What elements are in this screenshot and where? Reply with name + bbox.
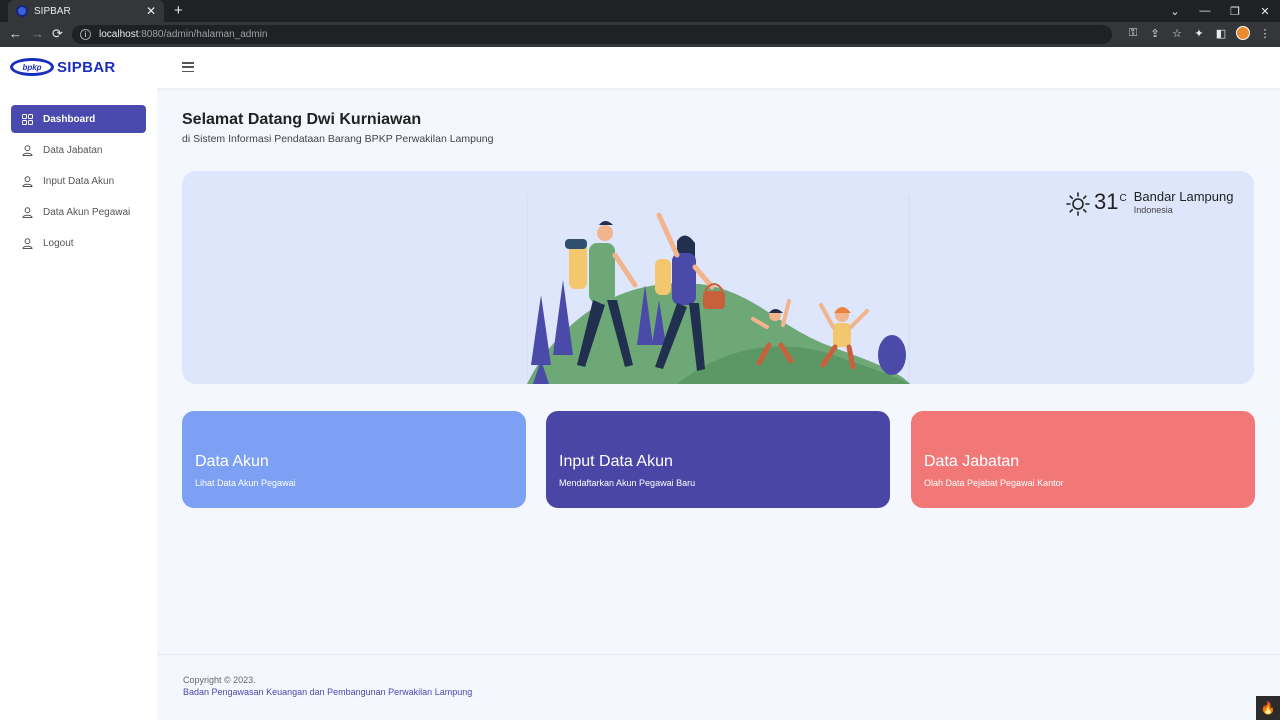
sidebar-item-label: Data Akun Pegawai — [43, 206, 131, 218]
temperature-unit: C — [1119, 193, 1127, 204]
bookmark-star-icon[interactable]: ☆ — [1170, 27, 1184, 40]
weather-location: Bandar Lampung Indonesia — [1134, 188, 1234, 215]
card-subtitle: Mendaftarkan Akun Pegawai Baru — [559, 478, 696, 488]
reload-button[interactable]: ⟳ — [52, 26, 63, 42]
tab-title: SIPBAR — [34, 5, 71, 17]
user-icon — [21, 175, 33, 187]
sidebar-item-data-jabatan[interactable]: Data Jabatan — [11, 136, 146, 164]
browser-toolbar: ← → ⟳ i localhost:8080/admin/halaman_adm… — [0, 22, 1280, 47]
tab-close-icon[interactable]: ✕ — [146, 4, 156, 18]
site-info-icon[interactable]: i — [80, 29, 91, 40]
flame-icon[interactable]: 🔥 — [1256, 696, 1280, 720]
family-hiking-illustration — [527, 195, 910, 384]
bpkp-logo-icon: bpkp — [10, 58, 54, 76]
user-icon — [21, 206, 33, 218]
footer-divider — [157, 654, 1280, 655]
page-title: Selamat Datang Dwi Kurniawan — [182, 111, 422, 128]
card-data-akun[interactable]: Data Akun Lihat Data Akun Pegawai — [182, 411, 526, 508]
sidebar-item-logout[interactable]: Logout — [11, 229, 146, 257]
sidebar: Dashboard Data Jabatan Input Data Akun D… — [0, 88, 157, 720]
user-icon — [21, 237, 33, 249]
card-subtitle: Olah Data Pejabat Pegawai Kantor — [924, 478, 1064, 488]
sidebar-item-label: Logout — [43, 237, 74, 249]
welcome-banner: 31 C Bandar Lampung Indonesia — [182, 171, 1254, 384]
app-header: bpkp SIPBAR — [0, 47, 1280, 88]
footer-copyright: Copyright © 2023. — [183, 675, 256, 685]
card-input-data-akun[interactable]: Input Data Akun Mendaftarkan Akun Pegawa… — [546, 411, 890, 508]
url-path: :8080/admin/halaman_admin — [138, 29, 268, 40]
temperature-value: 31 — [1094, 189, 1119, 214]
sidebar-item-label: Input Data Akun — [43, 175, 115, 187]
page-subtitle: di Sistem Informasi Pendataan Barang BPK… — [182, 133, 494, 145]
weather-city: Bandar Lampung — [1133, 189, 1234, 204]
card-subtitle: Lihat Data Akun Pegawai — [195, 478, 296, 488]
browser-tabbar: SIPBAR ✕ + ⌄ — ❐ ✕ — [0, 0, 1280, 22]
brand-name: SIPBAR — [57, 58, 116, 76]
browser-tab[interactable]: SIPBAR ✕ — [8, 0, 164, 22]
sun-icon — [1066, 192, 1090, 216]
card-title: Data Akun — [195, 453, 269, 470]
address-bar[interactable]: i localhost:8080/admin/halaman_admin — [72, 25, 1112, 44]
sidebar-item-input-data-akun[interactable]: Input Data Akun — [11, 167, 146, 195]
grid-icon — [21, 113, 33, 125]
side-panel-icon[interactable]: ◧ — [1214, 27, 1228, 40]
browser-actions: ⚿ ⇪ ☆ ✦ ◧ ⋮ — [1126, 26, 1272, 40]
restore-button[interactable]: ❐ — [1220, 5, 1250, 18]
browser-menu-icon[interactable]: ⋮ — [1258, 27, 1272, 40]
window-controls: ⌄ — ❐ ✕ — [1160, 0, 1280, 22]
user-icon — [21, 144, 33, 156]
card-title: Input Data Akun — [559, 453, 673, 470]
sidebar-item-label: Dashboard — [43, 113, 96, 125]
card-data-jabatan[interactable]: Data Jabatan Olah Data Pejabat Pegawai K… — [911, 411, 1255, 508]
key-icon[interactable]: ⚿ — [1126, 27, 1140, 40]
forward-button[interactable]: → — [31, 26, 44, 41]
back-button[interactable]: ← — [9, 26, 22, 41]
new-tab-button[interactable]: + — [174, 2, 183, 19]
hamburger-menu-icon[interactable] — [182, 61, 194, 73]
weather-country: Indonesia — [1133, 205, 1173, 215]
sidebar-item-dashboard[interactable]: Dashboard — [11, 105, 146, 133]
footer-organization: Badan Pengawasan Keuangan dan Pembanguna… — [183, 687, 473, 697]
window-close-button[interactable]: ✕ — [1250, 5, 1280, 18]
card-title: Data Jabatan — [924, 453, 1020, 470]
favicon-icon — [16, 5, 28, 17]
minimize-button[interactable]: — — [1190, 5, 1220, 17]
extensions-icon[interactable]: ✦ — [1192, 27, 1206, 40]
sidebar-item-label: Data Jabatan — [43, 144, 103, 156]
sidebar-item-data-akun-pegawai[interactable]: Data Akun Pegawai — [11, 198, 146, 226]
share-icon[interactable]: ⇪ — [1148, 27, 1162, 40]
profile-avatar[interactable] — [1236, 26, 1250, 40]
url-host: localhost — [99, 29, 139, 40]
weather-widget: 31 C Bandar Lampung Indonesia — [1066, 188, 1233, 216]
app-logo[interactable]: bpkp SIPBAR — [10, 58, 115, 76]
tab-search-icon[interactable]: ⌄ — [1160, 5, 1190, 18]
